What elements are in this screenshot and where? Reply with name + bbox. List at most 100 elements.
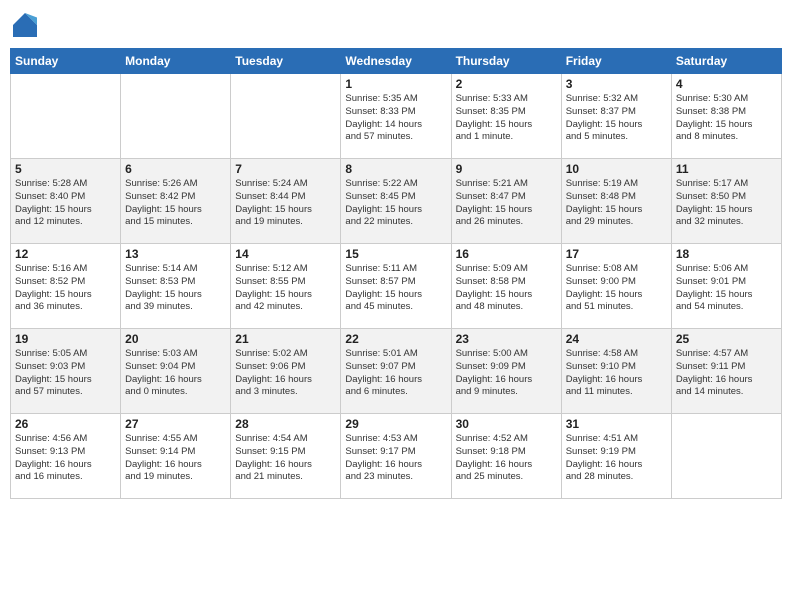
calendar-cell: 5Sunrise: 5:28 AMSunset: 8:40 PMDaylight… bbox=[11, 159, 121, 244]
cell-content: Sunrise: 4:57 AMSunset: 9:11 PMDaylight:… bbox=[676, 348, 777, 399]
day-number: 12 bbox=[15, 247, 116, 261]
calendar-cell bbox=[671, 414, 781, 499]
calendar-cell: 1 Sunrise: 5:35 AMSunset: 8:33 PMDaylight… bbox=[341, 74, 451, 159]
day-number: 22 bbox=[345, 332, 446, 346]
day-number: 10 bbox=[566, 162, 667, 176]
cell-content: Sunrise: 5:16 AMSunset: 8:52 PMDaylight:… bbox=[15, 263, 116, 314]
cell-content: Sunrise: 5:03 AMSunset: 9:04 PMDaylight:… bbox=[125, 348, 226, 399]
page-header bbox=[10, 10, 782, 40]
calendar-cell: 26 Sunrise: 4:56 AMSunset: 9:13 PMDayligh… bbox=[11, 414, 121, 499]
calendar-cell: 9 Sunrise: 5:21 AMSunset: 8:47 PMDaylight… bbox=[451, 159, 561, 244]
day-number: 2 bbox=[456, 77, 557, 91]
cell-content: Sunrise: 5:30 AMSunset: 8:38 PMDaylight:… bbox=[676, 93, 777, 144]
day-number: 13 bbox=[125, 247, 226, 261]
cell-content: Sunrise: 5:08 AMSunset: 9:00 PMDaylight:… bbox=[566, 263, 667, 314]
header-sunday: Sunday bbox=[11, 49, 121, 74]
header-wednesday: Wednesday bbox=[341, 49, 451, 74]
cell-content: Sunrise: 4:54 AMSunset: 9:15 PMDaylight:… bbox=[235, 433, 336, 484]
cell-content: Sunrise: 5:02 AMSunset: 9:06 PMDaylight:… bbox=[235, 348, 336, 399]
calendar-cell: 13 Sunrise: 5:14 AMSunset: 8:53 PMDayligh… bbox=[121, 244, 231, 329]
cell-content: Sunrise: 5:17 AMSunset: 8:50 PMDaylight:… bbox=[676, 178, 777, 229]
day-number: 30 bbox=[456, 417, 557, 431]
calendar-cell: 11Sunrise: 5:17 AMSunset: 8:50 PMDayligh… bbox=[671, 159, 781, 244]
day-number: 19 bbox=[15, 332, 116, 346]
cell-content: Sunrise: 4:55 AMSunset: 9:14 PMDaylight:… bbox=[125, 433, 226, 484]
day-number: 21 bbox=[235, 332, 336, 346]
calendar-cell: 22 Sunrise: 5:01 AMSunset: 9:07 PMDayligh… bbox=[341, 329, 451, 414]
day-number: 17 bbox=[566, 247, 667, 261]
day-number: 26 bbox=[15, 417, 116, 431]
cell-content: Sunrise: 4:51 AMSunset: 9:19 PMDaylight:… bbox=[566, 433, 667, 484]
day-number: 31 bbox=[566, 417, 667, 431]
calendar-cell: 16 Sunrise: 5:09 AMSunset: 8:58 PMDayligh… bbox=[451, 244, 561, 329]
cell-content: Sunrise: 5:21 AMSunset: 8:47 PMDaylight:… bbox=[456, 178, 557, 229]
header-thursday: Thursday bbox=[451, 49, 561, 74]
calendar-table: SundayMondayTuesdayWednesdayThursdayFrid… bbox=[10, 48, 782, 499]
header-saturday: Saturday bbox=[671, 49, 781, 74]
cell-content: Sunrise: 5:09 AMSunset: 8:58 PMDaylight:… bbox=[456, 263, 557, 314]
cell-content: Sunrise: 5:11 AMSunset: 8:57 PMDaylight:… bbox=[345, 263, 446, 314]
calendar-cell bbox=[121, 74, 231, 159]
calendar-cell: 14 Sunrise: 5:12 AMSunset: 8:55 PMDayligh… bbox=[231, 244, 341, 329]
logo-icon bbox=[10, 10, 40, 40]
cell-content: Sunrise: 5:33 AMSunset: 8:35 PMDaylight:… bbox=[456, 93, 557, 144]
day-number: 18 bbox=[676, 247, 777, 261]
cell-content: Sunrise: 4:56 AMSunset: 9:13 PMDaylight:… bbox=[15, 433, 116, 484]
calendar-cell: 28 Sunrise: 4:54 AMSunset: 9:15 PMDayligh… bbox=[231, 414, 341, 499]
cell-content: Sunrise: 5:35 AMSunset: 8:33 PMDaylight:… bbox=[345, 93, 446, 144]
day-number: 24 bbox=[566, 332, 667, 346]
day-number: 27 bbox=[125, 417, 226, 431]
calendar-cell: 12 Sunrise: 5:16 AMSunset: 8:52 PMDayligh… bbox=[11, 244, 121, 329]
day-number: 23 bbox=[456, 332, 557, 346]
day-number: 25 bbox=[676, 332, 777, 346]
day-number: 4 bbox=[676, 77, 777, 91]
day-number: 14 bbox=[235, 247, 336, 261]
calendar-cell: 24 Sunrise: 4:58 AMSunset: 9:10 PMDayligh… bbox=[561, 329, 671, 414]
cell-content: Sunrise: 5:19 AMSunset: 8:48 PMDaylight:… bbox=[566, 178, 667, 229]
day-number: 7 bbox=[235, 162, 336, 176]
cell-content: Sunrise: 4:58 AMSunset: 9:10 PMDaylight:… bbox=[566, 348, 667, 399]
calendar-cell: 17 Sunrise: 5:08 AMSunset: 9:00 PMDayligh… bbox=[561, 244, 671, 329]
calendar-cell: 2 Sunrise: 5:33 AMSunset: 8:35 PMDaylight… bbox=[451, 74, 561, 159]
calendar-cell: 27 Sunrise: 4:55 AMSunset: 9:14 PMDayligh… bbox=[121, 414, 231, 499]
week-row-3: 12 Sunrise: 5:16 AMSunset: 8:52 PMDayligh… bbox=[11, 244, 782, 329]
cell-content: Sunrise: 4:53 AMSunset: 9:17 PMDaylight:… bbox=[345, 433, 446, 484]
calendar-cell: 19 Sunrise: 5:05 AMSunset: 9:03 PMDayligh… bbox=[11, 329, 121, 414]
day-number: 8 bbox=[345, 162, 446, 176]
calendar-cell bbox=[11, 74, 121, 159]
logo bbox=[10, 10, 44, 40]
day-number: 1 bbox=[345, 77, 446, 91]
week-row-2: 5Sunrise: 5:28 AMSunset: 8:40 PMDaylight… bbox=[11, 159, 782, 244]
day-number: 20 bbox=[125, 332, 226, 346]
calendar-cell: 25 Sunrise: 4:57 AMSunset: 9:11 PMDayligh… bbox=[671, 329, 781, 414]
cell-content: Sunrise: 5:26 AMSunset: 8:42 PMDaylight:… bbox=[125, 178, 226, 229]
calendar-cell: 21 Sunrise: 5:02 AMSunset: 9:06 PMDayligh… bbox=[231, 329, 341, 414]
day-number: 28 bbox=[235, 417, 336, 431]
calendar-cell: 30 Sunrise: 4:52 AMSunset: 9:18 PMDayligh… bbox=[451, 414, 561, 499]
calendar-cell: 29 Sunrise: 4:53 AMSunset: 9:17 PMDayligh… bbox=[341, 414, 451, 499]
calendar-cell: 10 Sunrise: 5:19 AMSunset: 8:48 PMDayligh… bbox=[561, 159, 671, 244]
day-number: 9 bbox=[456, 162, 557, 176]
day-number: 6 bbox=[125, 162, 226, 176]
day-number: 29 bbox=[345, 417, 446, 431]
calendar-cell bbox=[231, 74, 341, 159]
day-number: 5 bbox=[15, 162, 116, 176]
cell-content: Sunrise: 5:05 AMSunset: 9:03 PMDaylight:… bbox=[15, 348, 116, 399]
calendar-cell: 8Sunrise: 5:22 AMSunset: 8:45 PMDaylight… bbox=[341, 159, 451, 244]
cell-content: Sunrise: 5:01 AMSunset: 9:07 PMDaylight:… bbox=[345, 348, 446, 399]
cell-content: Sunrise: 5:00 AMSunset: 9:09 PMDaylight:… bbox=[456, 348, 557, 399]
header-row: SundayMondayTuesdayWednesdayThursdayFrid… bbox=[11, 49, 782, 74]
cell-content: Sunrise: 5:12 AMSunset: 8:55 PMDaylight:… bbox=[235, 263, 336, 314]
calendar-cell: 6 Sunrise: 5:26 AMSunset: 8:42 PMDaylight… bbox=[121, 159, 231, 244]
calendar-cell: 3Sunrise: 5:32 AMSunset: 8:37 PMDaylight… bbox=[561, 74, 671, 159]
week-row-4: 19 Sunrise: 5:05 AMSunset: 9:03 PMDayligh… bbox=[11, 329, 782, 414]
week-row-5: 26 Sunrise: 4:56 AMSunset: 9:13 PMDayligh… bbox=[11, 414, 782, 499]
cell-content: Sunrise: 5:14 AMSunset: 8:53 PMDaylight:… bbox=[125, 263, 226, 314]
calendar-cell: 7Sunrise: 5:24 AMSunset: 8:44 PMDaylight… bbox=[231, 159, 341, 244]
day-number: 16 bbox=[456, 247, 557, 261]
header-tuesday: Tuesday bbox=[231, 49, 341, 74]
calendar-cell: 31 Sunrise: 4:51 AMSunset: 9:19 PMDayligh… bbox=[561, 414, 671, 499]
cell-content: Sunrise: 4:52 AMSunset: 9:18 PMDaylight:… bbox=[456, 433, 557, 484]
cell-content: Sunrise: 5:06 AMSunset: 9:01 PMDaylight:… bbox=[676, 263, 777, 314]
calendar-cell: 4 Sunrise: 5:30 AMSunset: 8:38 PMDaylight… bbox=[671, 74, 781, 159]
